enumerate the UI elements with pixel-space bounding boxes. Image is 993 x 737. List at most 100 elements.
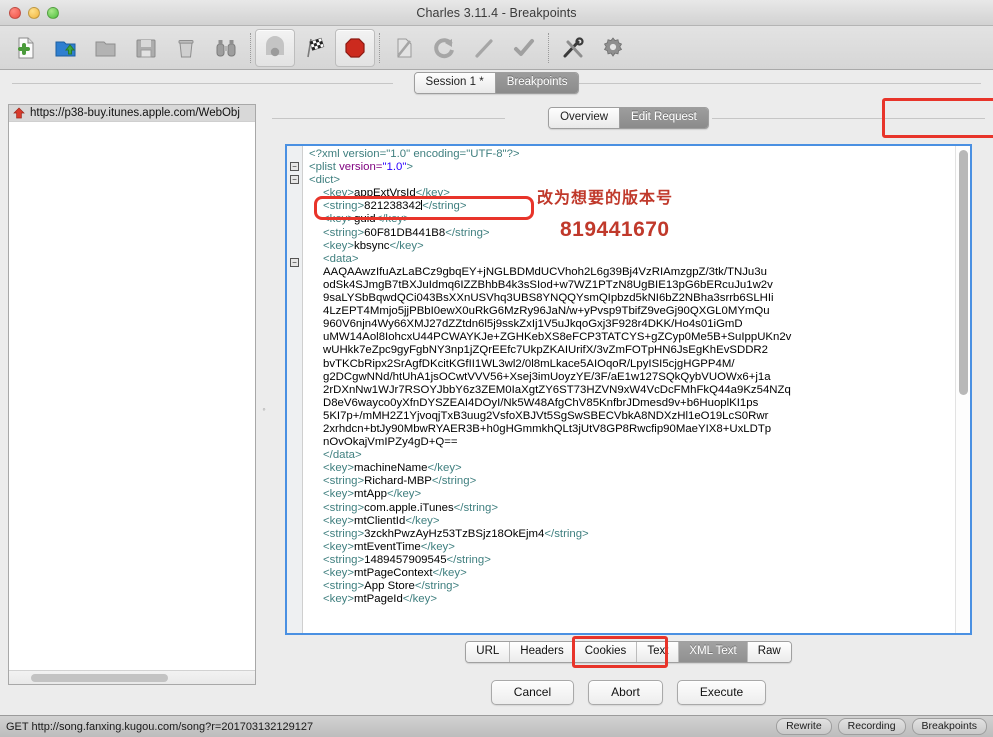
tools-button[interactable] bbox=[553, 29, 593, 67]
breakpoints-button[interactable] bbox=[295, 29, 335, 67]
highlight-edit-request bbox=[882, 98, 993, 138]
view-tab-group: Overview Edit Request bbox=[548, 107, 709, 129]
code-token: App Store bbox=[364, 580, 415, 593]
code-token: </string> bbox=[431, 475, 477, 488]
code-line: <string>App Store</string> bbox=[309, 580, 955, 593]
code-token: machineName bbox=[354, 462, 428, 475]
check-button[interactable] bbox=[504, 29, 544, 67]
record-stop-button[interactable] bbox=[335, 28, 375, 67]
tab-raw[interactable]: Raw bbox=[747, 642, 791, 662]
code-token: 4LzEPT4Mmjo5jjPBbI0ewX0uRkG6MzRy96JaN/w+… bbox=[323, 305, 770, 318]
code-token: > bbox=[406, 161, 414, 174]
code-line: <key>mtEventTime</key> bbox=[309, 541, 955, 554]
code-token: </string> bbox=[422, 200, 467, 213]
code-line: <key>mtPageId</key> bbox=[309, 593, 955, 606]
code-token: 5KI7p+/mMH2Z1YjvoqjTxB3uug2VsfoXBJVt5SgS… bbox=[323, 409, 769, 422]
status-pill-recording[interactable]: Recording bbox=[837, 718, 906, 735]
xml-editor[interactable]: − − − <?xml version="1.0" encoding="UTF-… bbox=[285, 144, 972, 635]
abort-button[interactable]: Abort bbox=[588, 679, 663, 705]
request-editor-panel: Overview Edit Request − − − <?xml versio… bbox=[272, 98, 993, 715]
code-line: <data> bbox=[309, 253, 955, 266]
editor-vertical-scrollbar[interactable] bbox=[955, 146, 970, 633]
trash-icon bbox=[178, 39, 194, 57]
cancel-button[interactable]: Cancel bbox=[490, 679, 575, 705]
gear-icon bbox=[603, 36, 623, 57]
toolbar-separator-3 bbox=[548, 32, 549, 63]
main-toolbar bbox=[0, 26, 993, 70]
code-token: 2rDXnNw1WJr7RSOYJbbY6z3ZEM0IaXgtZY6ST73H… bbox=[323, 383, 791, 396]
code-token: "1.0" bbox=[382, 161, 407, 174]
session-tabstrip: Session 1 * Breakpoints bbox=[0, 70, 993, 96]
open-session-button[interactable] bbox=[46, 29, 86, 67]
tab-session-1[interactable]: Session 1 * bbox=[414, 73, 496, 93]
code-line: <key>appExtVrsId</key> bbox=[309, 187, 955, 200]
find-button[interactable] bbox=[206, 29, 246, 67]
throttle-button[interactable] bbox=[255, 28, 295, 67]
code-token: </string> bbox=[446, 553, 491, 566]
status-pill-rewrite[interactable]: Rewrite bbox=[776, 718, 832, 735]
throttle-icon bbox=[266, 35, 284, 56]
validate-button[interactable] bbox=[464, 29, 504, 67]
code-token: 3zckhPwzAyHz53TzBSjz18OkEjm4 bbox=[364, 527, 545, 540]
code-token: </string> bbox=[544, 527, 589, 540]
fold-marker-data[interactable]: − bbox=[290, 258, 299, 267]
code-token: <string> bbox=[323, 580, 365, 593]
fold-marker-plist[interactable]: − bbox=[290, 162, 299, 171]
code-token: <key> bbox=[323, 462, 355, 475]
tree-item-request[interactable]: https://p38-buy.itunes.apple.com/WebObj bbox=[9, 105, 255, 122]
code-token: mtEventTime bbox=[354, 540, 421, 553]
breakpoint-list-sidebar: https://p38-buy.itunes.apple.com/WebObj bbox=[8, 104, 256, 685]
xml-code-content[interactable]: <?xml version="1.0" encoding="UTF-8"?> <p… bbox=[303, 146, 955, 633]
execute-button[interactable]: Execute bbox=[676, 679, 767, 705]
code-token: <key> bbox=[323, 239, 355, 252]
settings-button[interactable] bbox=[593, 29, 633, 67]
code-line: 960V6njn4Wy66XMJ27dZZtdn6l5j9sskZxIj1V5u… bbox=[309, 318, 955, 331]
code-line: <string>821238342</string> bbox=[309, 200, 955, 213]
tab-cookies[interactable]: Cookies bbox=[574, 642, 638, 662]
close-session-button[interactable] bbox=[86, 29, 126, 67]
binoculars-icon bbox=[216, 39, 236, 56]
code-token: <key> bbox=[323, 593, 355, 606]
tab-headers[interactable]: Headers bbox=[510, 642, 575, 662]
sidebar-scroll-thumb[interactable] bbox=[31, 674, 168, 682]
code-token: <dict> bbox=[309, 174, 341, 187]
compose-button[interactable] bbox=[384, 29, 424, 67]
tab-url[interactable]: URL bbox=[466, 642, 511, 662]
code-token: </key> bbox=[415, 187, 450, 200]
code-token: mtApp bbox=[354, 488, 387, 501]
code-token: bvTKCbRipx2SrAgfDKcitKGfII1WL3wl2/0l8mLk… bbox=[323, 357, 735, 370]
red-up-arrow-icon bbox=[13, 107, 25, 119]
status-bar: GET http://song.fanxing.kugou.com/song?r… bbox=[0, 715, 993, 737]
tab-edit-request[interactable]: Edit Request bbox=[620, 108, 708, 128]
tab-xml-text[interactable]: XML Text bbox=[679, 642, 748, 662]
tab-text[interactable]: Text bbox=[637, 642, 680, 662]
code-line: 5KI7p+/mMH2Z1YjvoqjTxB3uug2VsfoXBJVt5SgS… bbox=[309, 410, 955, 423]
tree-body bbox=[9, 122, 255, 670]
code-token: <?xml version="1.0" encoding="UTF-8"?> bbox=[309, 148, 520, 160]
checkmark-icon bbox=[514, 38, 534, 56]
code-line: AAQAAwzIfuAzLaBCz9gbqEY+jNGLBDMdUCVhoh2L… bbox=[309, 266, 955, 279]
code-token: <string> bbox=[323, 553, 365, 566]
status-request-url: GET http://song.fanxing.kugou.com/song?r… bbox=[6, 720, 314, 733]
repeat-button[interactable] bbox=[424, 29, 464, 67]
code-line: D8eV6wayco0yXfnDYSZEAI4DOyI/Nk5W48AfgChV… bbox=[309, 397, 955, 410]
tab-overview[interactable]: Overview bbox=[549, 108, 621, 128]
tab-breakpoints[interactable]: Breakpoints bbox=[495, 73, 579, 93]
code-token: 9saLYSbBqwdQCi043BsXXnUSVhq3UBS8YNQQYsmQ… bbox=[323, 292, 774, 305]
new-session-button[interactable] bbox=[6, 29, 46, 67]
editor-scroll-thumb[interactable] bbox=[959, 150, 968, 395]
checkered-flag-icon bbox=[307, 37, 325, 57]
code-token: <string> bbox=[323, 226, 365, 239]
code-token: </key> bbox=[427, 462, 462, 475]
fold-marker-dict[interactable]: − bbox=[290, 175, 299, 184]
code-token: 960V6njn4Wy66XMJ27dZZtdn6l5j9sskZxIj1V5u… bbox=[323, 318, 743, 331]
code-line: <key>kbsync</key> bbox=[309, 240, 955, 253]
code-token: Richard-MBP bbox=[364, 475, 432, 488]
sidebar-horizontal-scrollbar[interactable] bbox=[9, 670, 255, 684]
save-session-button[interactable] bbox=[126, 29, 166, 67]
status-pill-breakpoints[interactable]: Breakpoints bbox=[911, 718, 987, 735]
pane-splitter[interactable]: ◦ bbox=[256, 102, 272, 715]
code-line: <key>mtApp</key> bbox=[309, 488, 955, 501]
clear-session-button[interactable] bbox=[166, 29, 206, 67]
code-line: <string>com.apple.iTunes</string> bbox=[309, 502, 955, 515]
